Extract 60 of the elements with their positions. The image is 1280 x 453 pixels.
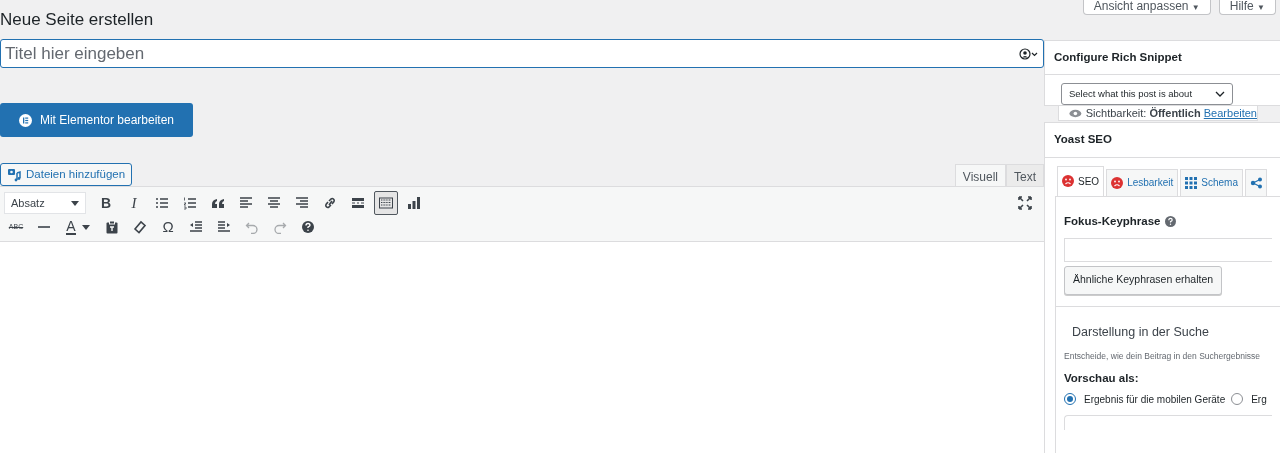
caret-icon: ▼ xyxy=(1257,3,1265,12)
list-icon[interactable] xyxy=(155,196,169,210)
align-left-icon[interactable] xyxy=(239,196,253,210)
toolbar-toggle-button[interactable] xyxy=(374,191,398,215)
sad-face-icon xyxy=(1062,175,1074,187)
keyboard-icon xyxy=(379,196,393,210)
help-icon[interactable] xyxy=(1164,215,1176,227)
align-right-icon[interactable] xyxy=(295,196,309,210)
format-select[interactable]: Absatz xyxy=(4,192,86,214)
sad-face-icon xyxy=(1111,176,1124,189)
editor-tab[interactable]: Text xyxy=(1006,164,1044,186)
add-media-button[interactable]: Dateien hinzufügen xyxy=(0,163,133,186)
read-more-icon[interactable] xyxy=(351,196,365,210)
toolbar-button[interactable]: I xyxy=(122,191,146,215)
caret-icon: ▼ xyxy=(1191,3,1200,12)
related-keyphrases-button[interactable]: Ähnliche Keyphrasen erhalten xyxy=(1064,265,1223,295)
media-icon xyxy=(7,167,22,182)
chevron-icon xyxy=(1215,91,1225,98)
yoast-tab[interactable]: Lesbarkeit xyxy=(1106,168,1179,196)
editor-tab[interactable]: Visuell xyxy=(954,164,1006,186)
yoast-tab[interactable]: Schema xyxy=(1180,168,1243,196)
user-icon[interactable] xyxy=(1019,47,1039,60)
elementor-icon xyxy=(18,113,32,127)
post-type-select[interactable]: Select what this post is about xyxy=(1061,83,1233,106)
panel-title: Configure Rich Snippet xyxy=(1045,41,1280,76)
quote-icon[interactable] xyxy=(211,196,225,210)
clipboard-icon[interactable] xyxy=(105,220,119,234)
page-title: Neue Seite erstellen xyxy=(0,9,155,30)
yoast-tab[interactable]: SEO xyxy=(1057,165,1105,196)
numbered-list-icon[interactable] xyxy=(183,196,197,210)
field-label: Fokus-Keyphrase xyxy=(1064,213,1161,229)
elementor-button[interactable]: Mit Elementor bearbeiten xyxy=(0,103,193,137)
radio-option[interactable]: Ergebnis für die mobilen Geräte xyxy=(1064,391,1226,407)
section-hint: Entscheide, wie dein Beitrag in den Suchergebnisse xyxy=(1064,349,1262,363)
visibility-text: Sichtbarkeit: Öffentlich Bearbeiten xyxy=(1085,106,1257,121)
caret-icon xyxy=(71,200,79,206)
section-heading: Darstellung in der Suche xyxy=(1071,323,1210,341)
grid-icon xyxy=(1185,176,1198,189)
panel-title: Yoast SEO xyxy=(1045,123,1280,158)
toolbar-button[interactable]: B xyxy=(94,191,118,215)
radio-option[interactable]: Erg xyxy=(1231,391,1267,407)
keyphrase-field[interactable] xyxy=(1064,237,1272,262)
edit-link[interactable]: Bearbeiten xyxy=(1203,107,1257,120)
screen-options-button[interactable]: Ansicht anpassen ▼ xyxy=(1082,0,1211,15)
caret-icon xyxy=(81,224,90,230)
eye-icon xyxy=(1069,109,1082,119)
indent-icon[interactable] xyxy=(217,220,231,234)
text-color-button[interactable]: A xyxy=(60,215,96,239)
bar-chart-icon[interactable] xyxy=(407,196,421,210)
share-icon xyxy=(1249,176,1262,189)
field-label: Vorschau als: xyxy=(1064,371,1140,387)
align-center-icon[interactable] xyxy=(267,196,281,210)
eraser-icon[interactable] xyxy=(133,220,147,234)
toolbar-button[interactable]: Ω xyxy=(156,215,180,239)
link-icon[interactable] xyxy=(323,196,337,210)
yoast-tab[interactable] xyxy=(1244,168,1267,196)
outdent-icon[interactable] xyxy=(189,220,203,234)
fullscreen-icon[interactable] xyxy=(1018,196,1032,210)
help-icon[interactable] xyxy=(301,220,315,234)
screen-options-button[interactable]: Hilfe ▼ xyxy=(1218,0,1276,15)
